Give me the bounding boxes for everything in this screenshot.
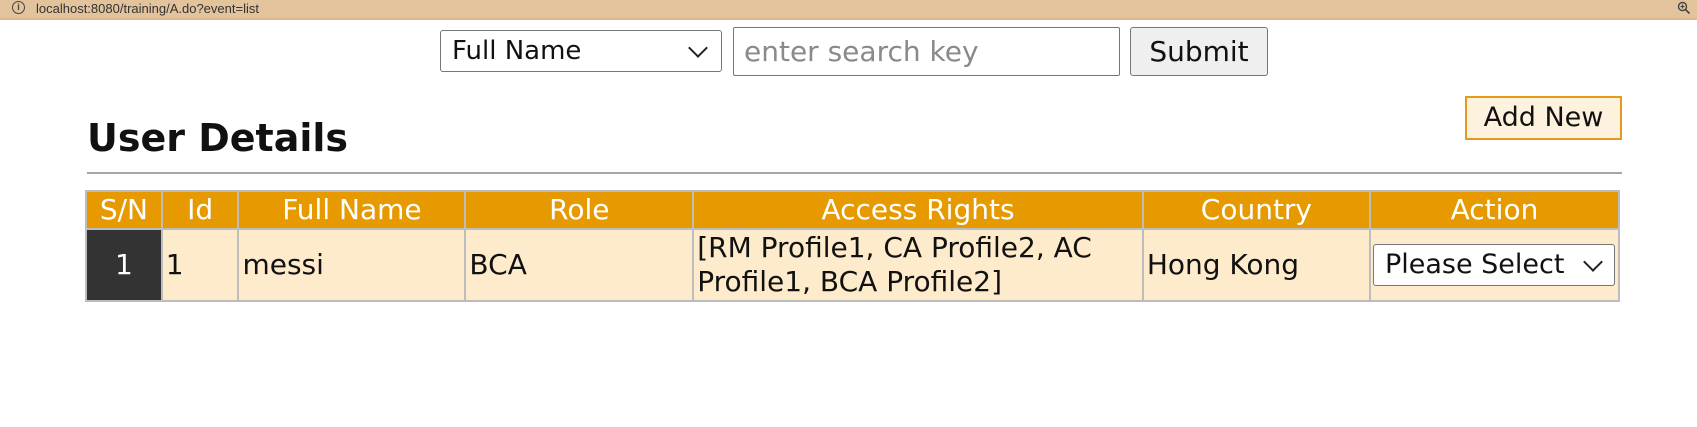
browser-address-bar[interactable]: i localhost:8080/training/A.do?event=lis… xyxy=(0,0,1697,20)
search-field-select[interactable]: Full Name xyxy=(440,30,722,72)
search-input[interactable]: enter search key xyxy=(733,27,1120,76)
chevron-down-icon xyxy=(688,38,708,58)
table-header-row: S/N Id Full Name Role Access Rights Coun… xyxy=(87,192,1618,228)
action-select[interactable]: Please Select xyxy=(1372,244,1615,286)
cell-country: Hong Kong xyxy=(1143,230,1369,300)
cell-action: Please Select xyxy=(1370,230,1618,300)
zoom-icon[interactable] xyxy=(1677,1,1691,15)
cell-id: 1 xyxy=(162,230,238,300)
submit-button[interactable]: Submit xyxy=(1130,27,1268,76)
search-field-value: Full Name xyxy=(452,36,582,66)
page-title: User Details xyxy=(87,116,349,160)
column-header-action: Action xyxy=(1370,192,1618,228)
cell-access-rights: [RM Profile1, CA Profile2, AC Profile1, … xyxy=(694,230,1142,300)
url-text[interactable]: localhost:8080/training/A.do?event=list xyxy=(36,1,259,16)
column-header-role: Role xyxy=(466,192,693,228)
column-header-full-name: Full Name xyxy=(239,192,465,228)
divider xyxy=(87,172,1622,174)
add-new-button[interactable]: Add New xyxy=(1465,96,1622,140)
table-row: 1 1 messi BCA [RM Profile1, CA Profile2,… xyxy=(87,230,1618,300)
column-header-access-rights: Access Rights xyxy=(694,192,1142,228)
search-placeholder: enter search key xyxy=(744,35,979,68)
column-header-country: Country xyxy=(1143,192,1369,228)
column-header-id: Id xyxy=(162,192,238,228)
column-header-sn: S/N xyxy=(87,192,161,228)
cell-full-name: messi xyxy=(239,230,465,300)
chevron-down-icon xyxy=(1583,252,1603,272)
cell-role: BCA xyxy=(466,230,693,300)
user-details-table: S/N Id Full Name Role Access Rights Coun… xyxy=(85,190,1620,302)
info-icon[interactable]: i xyxy=(12,1,25,14)
cell-sn: 1 xyxy=(87,230,161,300)
action-select-value: Please Select xyxy=(1384,249,1565,280)
